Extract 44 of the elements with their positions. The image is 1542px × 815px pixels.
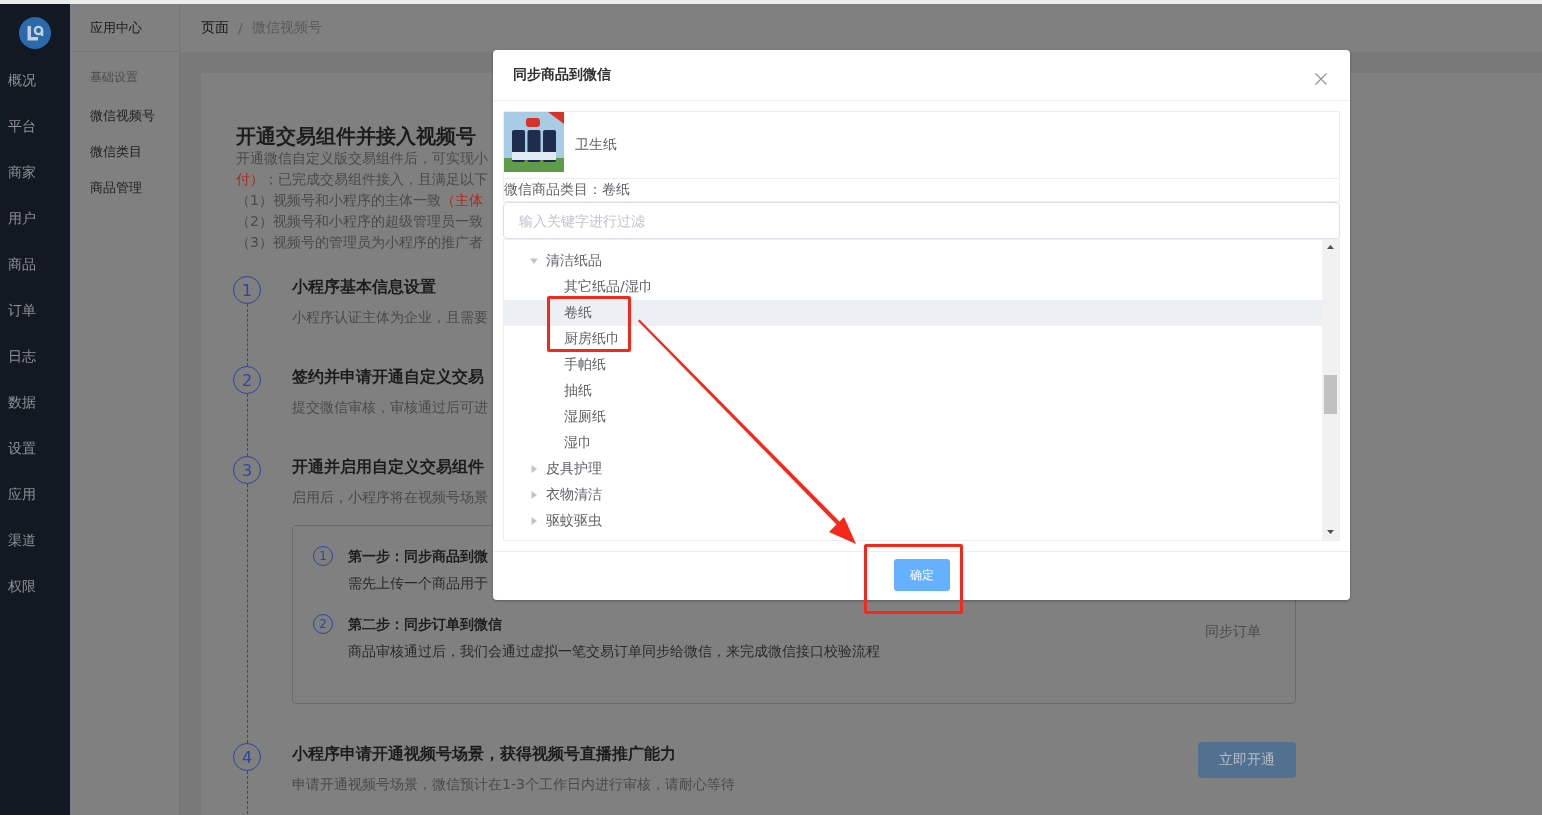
nav-item[interactable]: 数据	[0, 379, 70, 425]
filter-input[interactable]: 输入关键字进行过滤	[503, 202, 1340, 239]
breadcrumb-separator: /	[238, 20, 243, 36]
sidebar-item[interactable]: 商品管理	[90, 170, 142, 206]
tree-item[interactable]: 卷纸	[504, 300, 1322, 326]
substep-title: 第一步：同步商品到微	[348, 547, 488, 566]
logo-icon	[19, 17, 51, 49]
nav-item[interactable]: 应用	[0, 471, 70, 517]
step-title: 小程序基本信息设置	[292, 276, 436, 298]
scrollbar-thumb[interactable]	[1324, 375, 1337, 414]
nav-item[interactable]: 设置	[0, 425, 70, 471]
substep-title: 第二步：同步订单到微信	[348, 615, 502, 634]
timeline-connector	[246, 394, 248, 456]
scroll-down-icon[interactable]	[1327, 530, 1334, 534]
close-icon[interactable]	[1315, 73, 1327, 85]
sidebar-title: 应用中心	[90, 18, 142, 37]
breadcrumb-link[interactable]: 页面	[201, 19, 229, 37]
caret-icon[interactable]	[530, 257, 538, 265]
dialog-title: 同步商品到微信	[513, 66, 611, 84]
substep-description: 商品审核通过后，我们会通过虚拟一笔交易订单同步给微信，来完成微信接口校验流程	[348, 642, 880, 661]
nav-item[interactable]: 渠道	[0, 517, 70, 563]
nav-item[interactable]: 概况	[0, 57, 70, 103]
nav-item[interactable]: 订单	[0, 287, 70, 333]
sidebar-item[interactable]: 微信类目	[90, 134, 142, 170]
category-label: 微信商品类目：卷纸	[504, 181, 630, 199]
nav-item[interactable]: 商家	[0, 149, 70, 195]
substep-description: 需先上传一个商品用于	[348, 574, 488, 593]
step-title: 开通并启用自定义交易组件	[292, 456, 484, 478]
sidebar-item[interactable]: 微信视频号	[90, 98, 155, 134]
caret-icon[interactable]	[530, 517, 538, 525]
nav-item[interactable]: 平台	[0, 103, 70, 149]
product-name: 卫生纸	[575, 136, 617, 154]
caret-icon[interactable]	[530, 491, 538, 499]
step-title: 小程序申请开通视频号场景，获得视频号直播推广能力	[292, 743, 676, 765]
scrollbar[interactable]	[1322, 240, 1339, 540]
step-title: 签约并申请开通自定义交易	[292, 366, 484, 388]
caret-icon[interactable]	[530, 465, 538, 473]
nav-item[interactable]: 权限	[0, 563, 70, 609]
timeline-connector	[246, 304, 248, 366]
scroll-up-icon[interactable]	[1327, 245, 1334, 249]
page-title: 开通交易组件并接入视频号	[236, 124, 476, 148]
nav-item[interactable]: 用户	[0, 195, 70, 241]
nav-item[interactable]: 日志	[0, 333, 70, 379]
nav-item[interactable]: 商品	[0, 241, 70, 287]
